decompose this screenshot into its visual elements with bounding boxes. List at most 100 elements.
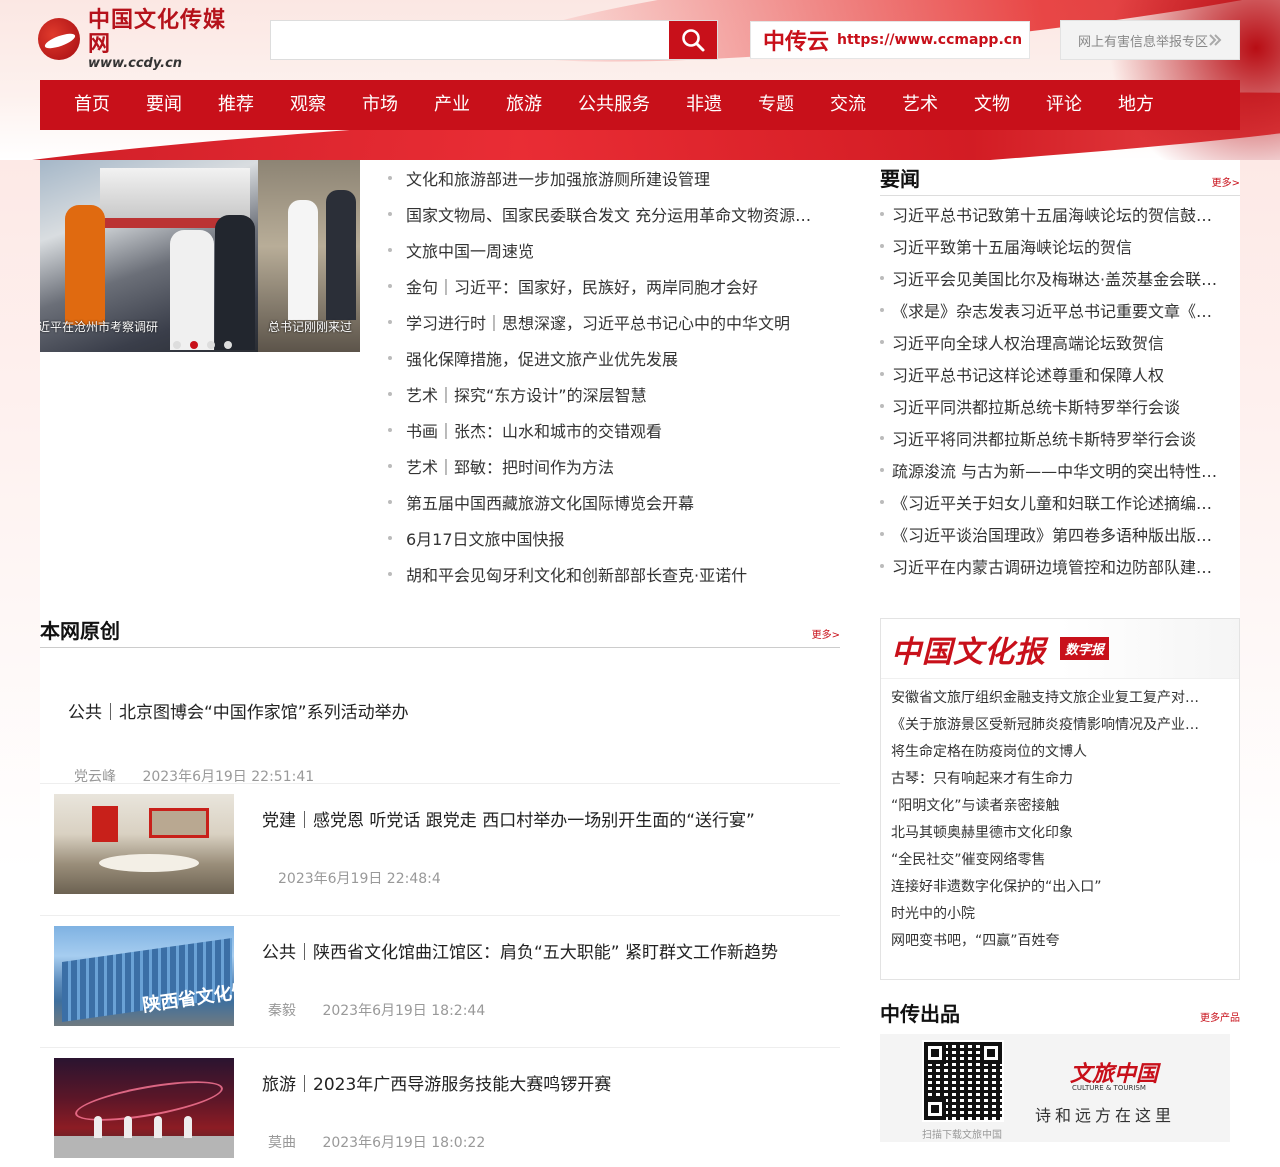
newspaper-article-link[interactable]: “全民社交”催变网络零售 bbox=[891, 847, 1223, 874]
headline-link[interactable]: 金句｜习近平：国家好，民族好，两岸同胞才会好 bbox=[406, 274, 758, 298]
ccm-app-badge[interactable]: 中传云 https://www.ccmapp.cn bbox=[750, 21, 1030, 59]
news-item[interactable]: 习近平将同洪都拉斯总统卡斯特罗举行会谈 bbox=[880, 422, 1240, 454]
news-link[interactable]: 疏源浚流 与古为新——中华文明的突出特性… bbox=[892, 458, 1217, 482]
article-title[interactable]: 旅游｜2023年广西导游服务技能大赛鸣锣开赛 bbox=[262, 1070, 611, 1095]
headline-item[interactable]: 第五届中国西藏旅游文化国际博览会开幕 bbox=[388, 484, 848, 520]
nav-item[interactable]: 市场 bbox=[344, 80, 416, 130]
nav-item[interactable]: 产业 bbox=[416, 80, 488, 130]
news-item[interactable]: 习近平在内蒙古调研边境管控和边防部队建… bbox=[880, 550, 1240, 582]
carousel-dot[interactable] bbox=[190, 341, 198, 349]
carousel-dot[interactable] bbox=[207, 341, 215, 349]
news-link[interactable]: 习近平会见美国比尔及梅琳达·盖茨基金会联… bbox=[892, 266, 1217, 290]
headline-link[interactable]: 6月17日文旅中国快报 bbox=[406, 526, 565, 550]
newspaper-article-link[interactable]: 古琴：只有响起来才有生命力 bbox=[891, 766, 1223, 793]
news-link[interactable]: 习近平总书记这样论述尊重和保障人权 bbox=[892, 362, 1164, 386]
report-harmful-info-button[interactable]: 网上有害信息举报专区 bbox=[1060, 20, 1240, 60]
news-item[interactable]: 习近平会见美国比尔及梅琳达·盖茨基金会联… bbox=[880, 262, 1240, 294]
image-carousel[interactable]: 近平在沧州市考察调研 总书记刚刚来过 bbox=[40, 160, 360, 352]
article-title[interactable]: 公共｜北京图博会“中国作家馆”系列活动举办 bbox=[68, 698, 409, 723]
nav-item[interactable]: 评论 bbox=[1028, 80, 1100, 130]
nav-item[interactable]: 地方 bbox=[1100, 80, 1172, 130]
list-item[interactable]: 公共｜北京图博会“中国作家馆”系列活动举办 党云峰 2023年6月19日 22:… bbox=[40, 648, 840, 785]
search-button[interactable] bbox=[669, 21, 717, 59]
newspaper-article-link[interactable]: 将生命定格在防疫岗位的文博人 bbox=[891, 739, 1223, 766]
headline-link[interactable]: 胡和平会见匈牙利文化和创新部部长查克·亚诺什 bbox=[406, 562, 747, 586]
nav-item[interactable]: 首页 bbox=[56, 80, 128, 130]
carousel-dot[interactable] bbox=[173, 341, 181, 349]
headline-item[interactable]: 国家文物局、国家民委联合发文 充分运用革命文物资源… bbox=[388, 196, 848, 232]
article-title[interactable]: 公共｜陕西省文化馆曲江馆区：肩负“五大职能” 紧盯群文工作新趋势 bbox=[262, 938, 778, 963]
news-link[interactable]: 习近平向全球人权治理高端论坛致贺信 bbox=[892, 330, 1164, 354]
news-link[interactable]: 《求是》杂志发表习近平总书记重要文章《… bbox=[892, 298, 1212, 322]
newspaper-article-link[interactable]: 《关于旅游景区受新冠肺炎疫情影响情况及产业… bbox=[891, 712, 1223, 739]
product-banner[interactable]: 扫描下载文旅中国 文旅中国 CULTURE & TOURISM 诗和远方在这里 bbox=[880, 1034, 1230, 1142]
newspaper-article-link[interactable]: 网吧变书吧，“四赢”百姓夸 bbox=[891, 928, 1223, 955]
news-link[interactable]: 《习近平谈治国理政》第四卷多语种版出版… bbox=[892, 522, 1212, 546]
more-link[interactable]: 更多> bbox=[812, 626, 840, 641]
news-link[interactable]: 习近平总书记致第十五届海峡论坛的贺信鼓… bbox=[892, 202, 1212, 226]
article-thumbnail[interactable] bbox=[54, 1058, 234, 1158]
news-item[interactable]: 《习近平关于妇女儿童和妇联工作论述摘编… bbox=[880, 486, 1240, 518]
newspaper-article-link[interactable]: “阳明文化”与读者亲密接触 bbox=[891, 793, 1223, 820]
nav-item[interactable]: 文物 bbox=[956, 80, 1028, 130]
headline-item[interactable]: 书画｜张杰：山水和城市的交错观看 bbox=[388, 412, 848, 448]
list-item[interactable]: 党建｜感党恩 听党话 跟党走 西口村举办一场别开生面的“送行宴” 2023年6月… bbox=[40, 784, 840, 916]
nav-item[interactable]: 公共服务 bbox=[560, 80, 668, 130]
newspaper-article-link[interactable]: 时光中的小院 bbox=[891, 901, 1223, 928]
headline-item[interactable]: 艺术｜郅敏：把时间作为方法 bbox=[388, 448, 848, 484]
headline-item[interactable]: 6月17日文旅中国快报 bbox=[388, 520, 848, 556]
list-item[interactable]: 陕西省文化馆 公共｜陕西省文化馆曲江馆区：肩负“五大职能” 紧盯群文工作新趋势 … bbox=[40, 916, 840, 1048]
newspaper-article-link[interactable]: 连接好非遗数字化保护的“出入口” bbox=[891, 874, 1223, 901]
headline-item[interactable]: 文旅中国一周速览 bbox=[388, 232, 848, 268]
news-item[interactable]: 习近平致第十五届海峡论坛的贺信 bbox=[880, 230, 1240, 262]
headline-item[interactable]: 艺术｜探究“东方设计”的深层智慧 bbox=[388, 376, 848, 412]
nav-item[interactable]: 交流 bbox=[812, 80, 884, 130]
nav-item[interactable]: 要闻 bbox=[128, 80, 200, 130]
headline-link[interactable]: 国家文物局、国家民委联合发文 充分运用革命文物资源… bbox=[406, 202, 811, 226]
news-link[interactable]: 习近平同洪都拉斯总统卡斯特罗举行会谈 bbox=[892, 394, 1180, 418]
newspaper-article-link[interactable]: 北马其顿奥赫里德市文化印象 bbox=[891, 820, 1223, 847]
news-item[interactable]: 习近平向全球人权治理高端论坛致贺信 bbox=[880, 326, 1240, 358]
news-link[interactable]: 习近平将同洪都拉斯总统卡斯特罗举行会谈 bbox=[892, 426, 1196, 450]
article-thumbnail[interactable] bbox=[54, 794, 234, 894]
news-item[interactable]: 习近平总书记这样论述尊重和保障人权 bbox=[880, 358, 1240, 390]
news-link[interactable]: 习近平致第十五届海峡论坛的贺信 bbox=[892, 234, 1132, 258]
headline-item[interactable]: 学习进行时｜思想深邃，习近平总书记心中的中华文明 bbox=[388, 304, 848, 340]
headline-item[interactable]: 文化和旅游部进一步加强旅游厕所建设管理 bbox=[388, 160, 848, 196]
carousel-caption[interactable]: 近平在沧州市考察调研 bbox=[40, 318, 158, 335]
newspaper-article-link[interactable]: 安徽省文旅厅组织金融支持文旅企业复工复产对… bbox=[891, 685, 1223, 712]
nav-item[interactable]: 推荐 bbox=[200, 80, 272, 130]
list-item[interactable]: 旅游｜2023年广西导游服务技能大赛鸣锣开赛 莫曲 2023年6月19日 18:… bbox=[40, 1048, 840, 1167]
headline-link[interactable]: 文旅中国一周速览 bbox=[406, 238, 534, 262]
news-link[interactable]: 《习近平关于妇女儿童和妇联工作论述摘编… bbox=[892, 490, 1212, 514]
headline-item[interactable]: 金句｜习近平：国家好，民族好，两岸同胞才会好 bbox=[388, 268, 848, 304]
carousel-dot[interactable] bbox=[224, 341, 232, 349]
site-logo[interactable]: 中国文化传媒网 www.ccdy.cn bbox=[38, 8, 248, 71]
article-thumbnail[interactable]: 陕西省文化馆 bbox=[54, 926, 234, 1026]
nav-item[interactable]: 专题 bbox=[740, 80, 812, 130]
headline-link[interactable]: 第五届中国西藏旅游文化国际博览会开幕 bbox=[406, 490, 694, 514]
more-products-link[interactable]: 更多产品 bbox=[1200, 1009, 1240, 1024]
headline-item[interactable]: 胡和平会见匈牙利文化和创新部部长查克·亚诺什 bbox=[388, 556, 848, 592]
nav-item[interactable]: 非遗 bbox=[668, 80, 740, 130]
news-item[interactable]: 疏源浚流 与古为新——中华文明的突出特性… bbox=[880, 454, 1240, 486]
news-item[interactable]: 习近平总书记致第十五届海峡论坛的贺信鼓… bbox=[880, 198, 1240, 230]
headline-link[interactable]: 文化和旅游部进一步加强旅游厕所建设管理 bbox=[406, 166, 710, 190]
headline-link[interactable]: 艺术｜探究“东方设计”的深层智慧 bbox=[406, 382, 647, 406]
headline-item[interactable]: 强化保障措施，促进文旅产业优先发展 bbox=[388, 340, 848, 376]
carousel-caption[interactable]: 总书记刚刚来过 bbox=[268, 318, 352, 335]
news-item[interactable]: 《求是》杂志发表习近平总书记重要文章《… bbox=[880, 294, 1240, 326]
news-link[interactable]: 习近平在内蒙古调研边境管控和边防部队建… bbox=[892, 554, 1212, 578]
article-title[interactable]: 党建｜感党恩 听党话 跟党走 西口村举办一场别开生面的“送行宴” bbox=[262, 806, 755, 831]
newspaper-header[interactable]: 中国文化报 数字报 bbox=[881, 619, 1239, 679]
nav-item[interactable]: 旅游 bbox=[488, 80, 560, 130]
headline-link[interactable]: 强化保障措施，促进文旅产业优先发展 bbox=[406, 346, 678, 370]
nav-item[interactable]: 观察 bbox=[272, 80, 344, 130]
news-item[interactable]: 习近平同洪都拉斯总统卡斯特罗举行会谈 bbox=[880, 390, 1240, 422]
headline-link[interactable]: 书画｜张杰：山水和城市的交错观看 bbox=[406, 418, 662, 442]
headline-link[interactable]: 学习进行时｜思想深邃，习近平总书记心中的中华文明 bbox=[406, 310, 790, 334]
nav-item[interactable]: 艺术 bbox=[884, 80, 956, 130]
news-item[interactable]: 《习近平谈治国理政》第四卷多语种版出版… bbox=[880, 518, 1240, 550]
search-input[interactable] bbox=[271, 21, 669, 59]
headline-link[interactable]: 艺术｜郅敏：把时间作为方法 bbox=[406, 454, 614, 478]
